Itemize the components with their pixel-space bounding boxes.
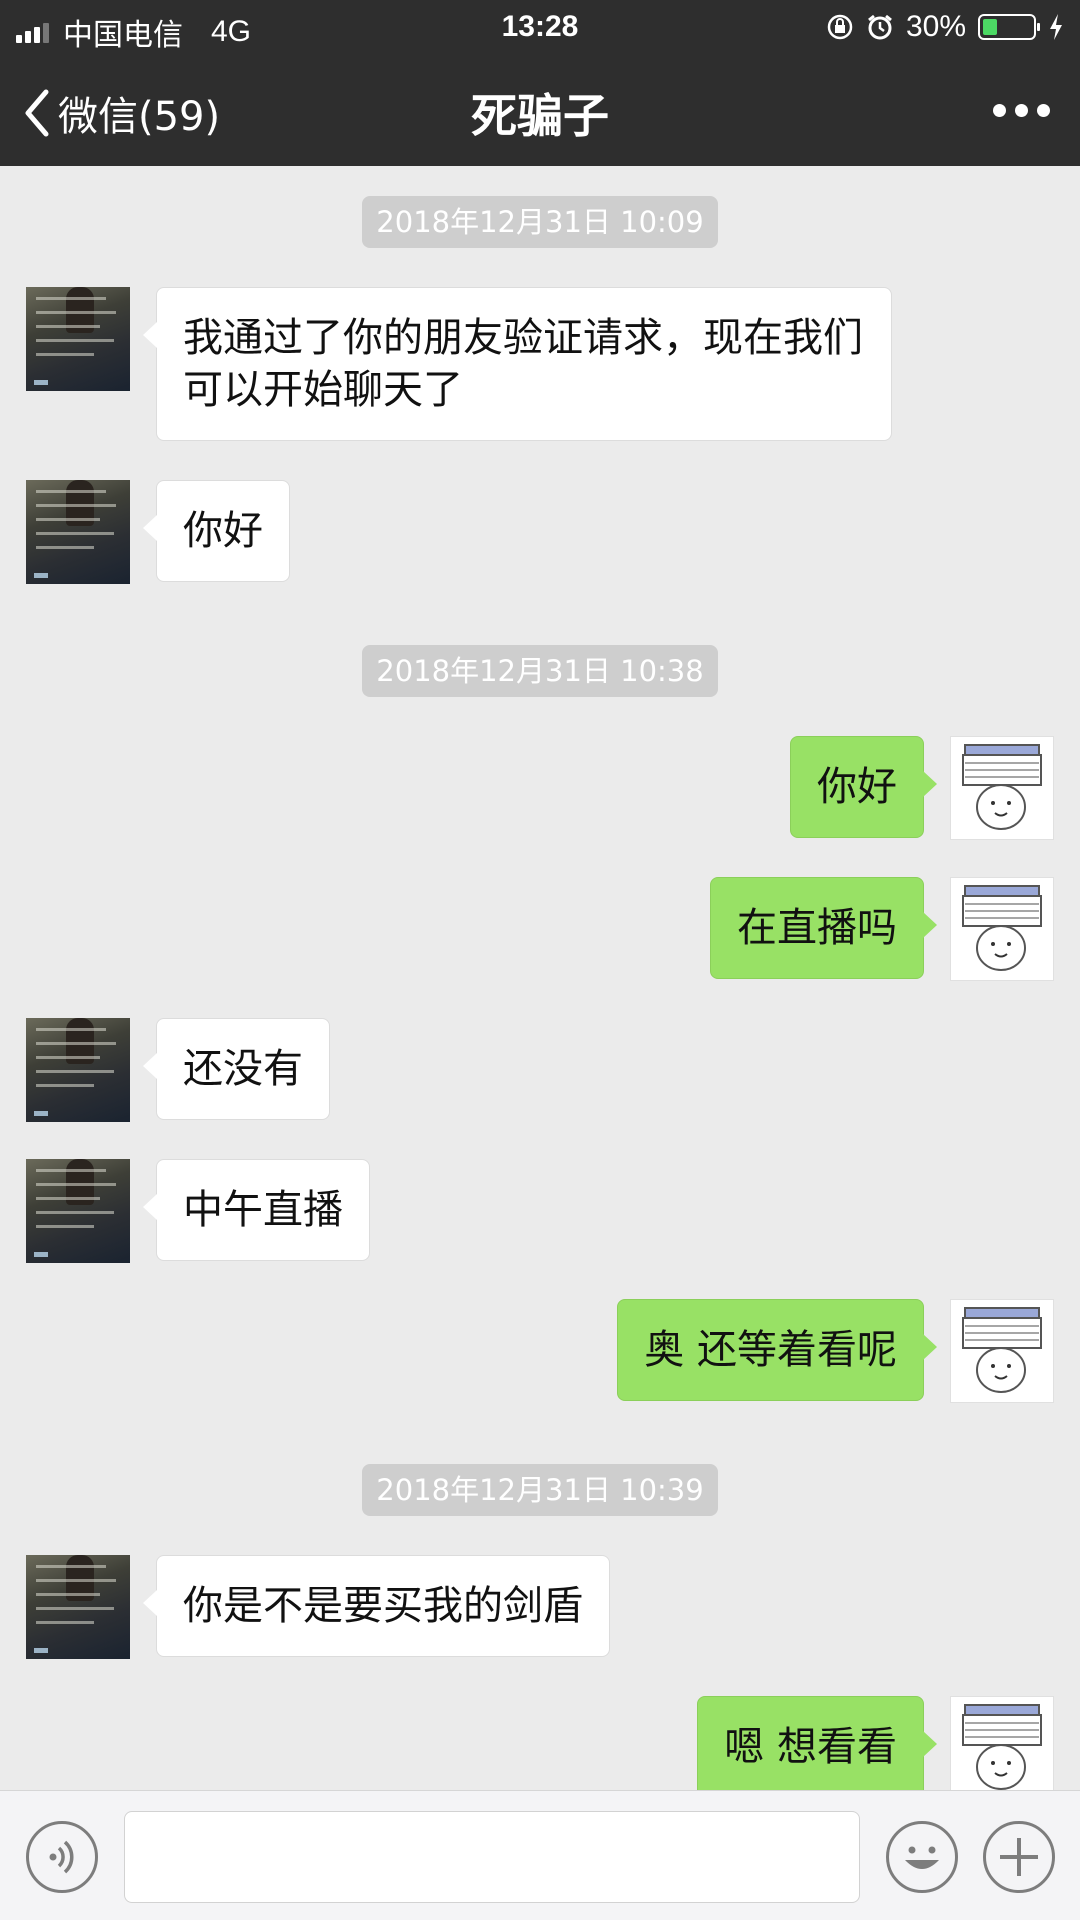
timestamp: 2018年12月31日 10:38 [362,645,718,697]
message-bubble-out[interactable]: 嗯 想看看 [697,1696,937,1790]
status-bar: 中国电信 4G 13:28 30% [0,0,1080,54]
voice-button[interactable] [26,1821,98,1893]
contact-avatar[interactable] [26,1018,130,1122]
message-bubble-in[interactable]: 你是不是要买我的剑盾 [143,1555,610,1657]
nav-bar: 微信(59) 死骗子 [0,54,1080,166]
contact-avatar[interactable] [26,480,130,584]
user-avatar[interactable] [950,877,1054,981]
emoji-button[interactable] [886,1821,958,1893]
contact-avatar[interactable] [26,287,130,391]
message-bubble-out[interactable]: 你好 [790,736,937,838]
user-avatar[interactable] [950,736,1054,840]
plus-icon [1000,1838,1038,1876]
charging-icon [1050,14,1062,40]
battery-percent: 30% [905,10,966,43]
more-icon[interactable] [993,104,1050,117]
voice-icon [49,1840,74,1874]
message-bubble-in[interactable]: 中午直播 [143,1159,370,1261]
message-bubble-in[interactable]: 你好 [143,480,290,582]
message-bubble-out[interactable]: 在直播吗 [710,877,937,979]
contact-avatar[interactable] [26,1159,130,1263]
message-input[interactable] [124,1811,860,1903]
battery-icon [978,14,1040,40]
chat-title: 死骗子 [471,89,609,143]
message-bubble-out[interactable]: 奥 还等着看呢 [617,1299,937,1401]
emoji-icon [905,1846,939,1869]
message-bubble-in[interactable]: 我通过了你的朋友验证请求，现在我们可以开始聊天了 [143,287,892,441]
input-bar [0,1790,1080,1920]
message-bubble-in[interactable]: 还没有 [143,1018,330,1120]
contact-avatar[interactable] [26,1555,130,1659]
timestamp: 2018年12月31日 10:09 [362,196,718,248]
user-avatar[interactable] [950,1696,1054,1790]
plus-button[interactable] [983,1821,1055,1893]
timestamp: 2018年12月31日 10:39 [362,1464,718,1516]
user-avatar[interactable] [950,1299,1054,1403]
alarm-icon [868,14,892,40]
chat-area[interactable]: 2018年12月31日 10:09 我通过了你的朋友验证请求，现在我们可以开始聊… [0,166,1080,1790]
orientation-lock-icon [827,14,853,40]
